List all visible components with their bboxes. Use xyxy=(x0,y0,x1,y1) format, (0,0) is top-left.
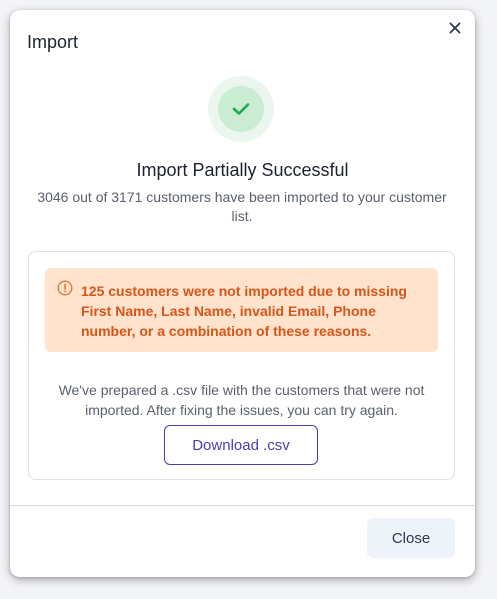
download-info: We've prepared a .csv file with the cust… xyxy=(58,382,425,418)
result-summary: 3046 out of 3171 customers have been imp… xyxy=(37,189,447,224)
warning-message: 125 customers were not imported due to m… xyxy=(81,283,407,339)
result-headline: Import Partially Successful xyxy=(136,160,349,180)
close-icon[interactable] xyxy=(445,18,465,38)
check-icon xyxy=(218,86,264,132)
success-badge xyxy=(208,76,274,142)
alert-circle-icon xyxy=(57,280,73,296)
download-csv-button[interactable]: Download .csv xyxy=(164,425,318,465)
warning-banner: 125 customers were not imported due to m… xyxy=(45,268,438,352)
close-button[interactable]: Close xyxy=(367,518,455,558)
footer-divider xyxy=(10,505,475,506)
import-dialog: Import Import Partially Successful 3046 … xyxy=(10,10,475,577)
dialog-title: Import xyxy=(27,32,79,52)
details-panel: 125 customers were not imported due to m… xyxy=(28,251,455,480)
